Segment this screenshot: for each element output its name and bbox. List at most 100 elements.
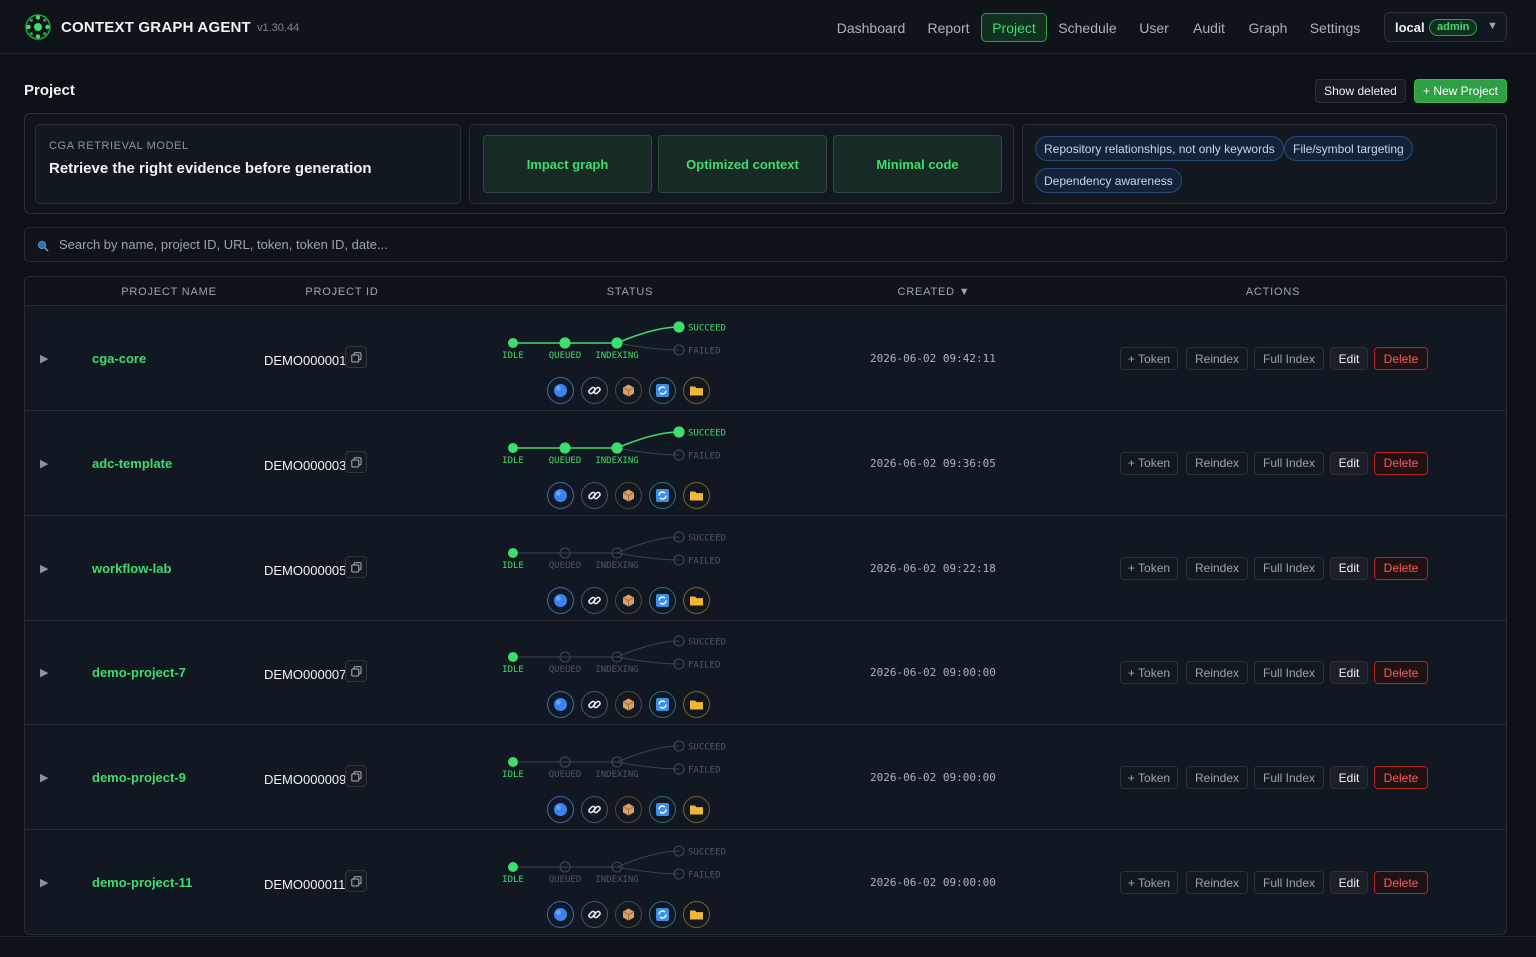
full-index-button[interactable]: Full Index — [1254, 766, 1324, 790]
reindex-button[interactable]: Reindex — [1186, 766, 1248, 790]
globe-icon[interactable] — [547, 901, 574, 928]
full-index-button[interactable]: Full Index — [1254, 556, 1324, 580]
full-index-button[interactable]: Full Index — [1254, 347, 1324, 370]
add-token-button[interactable]: + Token — [1120, 766, 1178, 790]
copy-project-id-button[interactable] — [345, 870, 367, 892]
project-name-link[interactable]: adc-template — [92, 456, 172, 471]
globe-icon[interactable] — [547, 481, 574, 509]
add-token-button[interactable]: + Token — [1120, 556, 1178, 580]
delete-button[interactable]: Delete — [1374, 451, 1428, 475]
sync-icon[interactable] — [649, 377, 676, 404]
package-icon[interactable] — [615, 377, 642, 404]
header-created[interactable]: CREATED ▼ — [898, 286, 971, 298]
globe-icon[interactable] — [547, 586, 574, 614]
copy-project-id-button[interactable] — [345, 765, 367, 788]
folder-icon[interactable] — [683, 901, 710, 928]
sync-icon[interactable] — [649, 901, 676, 928]
edit-button[interactable]: Edit — [1330, 451, 1368, 475]
edit-button[interactable]: Edit — [1330, 347, 1368, 370]
nav-schedule[interactable]: Schedule — [1054, 13, 1121, 42]
delete-button[interactable]: Delete — [1374, 871, 1428, 894]
link-icon[interactable] — [581, 901, 608, 928]
add-token-button[interactable]: + Token — [1120, 871, 1178, 894]
expand-row-icon[interactable]: ▶ — [40, 457, 48, 470]
reindex-button[interactable]: Reindex — [1186, 661, 1248, 685]
sync-icon[interactable] — [649, 586, 676, 614]
delete-button[interactable]: Delete — [1374, 766, 1428, 790]
bottom-strip — [0, 936, 1536, 957]
reindex-button[interactable]: Reindex — [1186, 347, 1248, 370]
reindex-button[interactable]: Reindex — [1186, 451, 1248, 475]
expand-row-icon[interactable]: ▶ — [40, 666, 48, 679]
search-input[interactable] — [59, 229, 1459, 260]
status-label-failed: FAILED — [688, 347, 721, 357]
project-id: DEMO000005 — [264, 562, 347, 578]
package-icon[interactable] — [615, 901, 642, 928]
edit-button[interactable]: Edit — [1330, 871, 1368, 894]
user-menu[interactable]: local admin ▼ — [1384, 12, 1507, 42]
full-index-button[interactable]: Full Index — [1254, 451, 1324, 475]
copy-project-id-button[interactable] — [345, 346, 367, 368]
expand-row-icon[interactable]: ▶ — [40, 771, 48, 784]
package-icon[interactable] — [615, 481, 642, 509]
folder-icon[interactable] — [683, 481, 710, 509]
expand-row-icon[interactable]: ▶ — [40, 352, 48, 365]
chip-dependency-awareness: Dependency awareness — [1035, 168, 1182, 193]
full-index-button[interactable]: Full Index — [1254, 661, 1324, 685]
globe-icon[interactable] — [547, 796, 574, 824]
nav-audit[interactable]: Audit — [1187, 13, 1231, 42]
delete-button[interactable]: Delete — [1374, 347, 1428, 370]
folder-icon[interactable] — [683, 796, 710, 824]
folder-icon[interactable] — [683, 691, 710, 719]
link-icon[interactable] — [581, 586, 608, 614]
globe-icon[interactable] — [547, 691, 574, 719]
globe-icon[interactable] — [547, 377, 574, 404]
project-name-link[interactable]: demo-project-9 — [92, 770, 186, 785]
link-icon[interactable] — [581, 796, 608, 824]
add-token-button[interactable]: + Token — [1120, 661, 1178, 685]
copy-icon — [351, 771, 362, 782]
header-status: STATUS — [606, 286, 654, 298]
package-icon[interactable] — [615, 796, 642, 824]
edit-button[interactable]: Edit — [1330, 661, 1368, 685]
table-row: ▶ cga-core DEMO000001 IDLE QUEUED INDEXI… — [25, 306, 1506, 411]
copy-project-id-button[interactable] — [345, 450, 367, 473]
expand-row-icon[interactable]: ▶ — [40, 562, 48, 575]
project-name-link[interactable]: demo-project-7 — [92, 665, 186, 680]
reindex-button[interactable]: Reindex — [1186, 556, 1248, 580]
nav-user[interactable]: User — [1134, 13, 1174, 42]
show-deleted-button[interactable]: Show deleted — [1315, 79, 1406, 103]
nav-report[interactable]: Report — [922, 13, 975, 42]
copy-project-id-button[interactable] — [345, 660, 367, 683]
new-project-button[interactable]: + New Project — [1414, 79, 1507, 103]
created-timestamp: 2026-06-02 09:42:11 — [870, 352, 996, 365]
link-icon[interactable] — [581, 481, 608, 509]
add-token-button[interactable]: + Token — [1120, 347, 1178, 370]
folder-icon[interactable] — [683, 377, 710, 404]
delete-button[interactable]: Delete — [1374, 661, 1428, 685]
package-icon[interactable] — [615, 586, 642, 614]
expand-row-icon[interactable]: ▶ — [40, 876, 48, 889]
sync-icon[interactable] — [649, 481, 676, 509]
edit-button[interactable]: Edit — [1330, 766, 1368, 790]
nav-graph[interactable]: Graph — [1244, 13, 1292, 42]
sync-icon[interactable] — [649, 691, 676, 719]
link-icon[interactable] — [581, 691, 608, 719]
status-label-failed: FAILED — [688, 451, 721, 461]
project-name-link[interactable]: workflow-lab — [92, 561, 171, 576]
delete-button[interactable]: Delete — [1374, 556, 1428, 580]
package-icon[interactable] — [615, 691, 642, 719]
nav-dashboard[interactable]: Dashboard — [831, 13, 911, 42]
nav-project[interactable]: Project — [981, 13, 1047, 42]
folder-icon[interactable] — [683, 586, 710, 614]
project-name-link[interactable]: cga-core — [92, 351, 146, 366]
edit-button[interactable]: Edit — [1330, 556, 1368, 580]
copy-project-id-button[interactable] — [345, 555, 367, 578]
nav-settings[interactable]: Settings — [1305, 13, 1365, 42]
add-token-button[interactable]: + Token — [1120, 451, 1178, 475]
sync-icon[interactable] — [649, 796, 676, 824]
link-icon[interactable] — [581, 377, 608, 404]
project-name-link[interactable]: demo-project-11 — [92, 875, 192, 890]
full-index-button[interactable]: Full Index — [1254, 871, 1324, 894]
reindex-button[interactable]: Reindex — [1186, 871, 1248, 894]
